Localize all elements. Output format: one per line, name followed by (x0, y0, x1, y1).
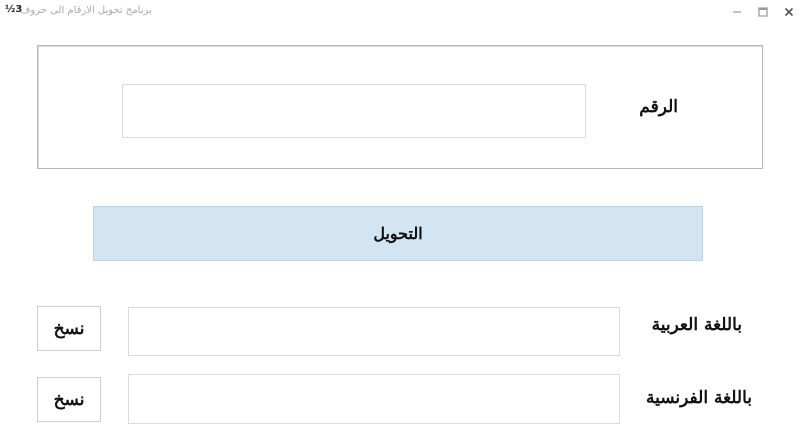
number-label: الرقم (639, 97, 678, 117)
close-icon (784, 7, 794, 17)
maximize-button[interactable] (750, 2, 776, 22)
minimize-icon (733, 11, 741, 13)
window-controls (724, 2, 802, 22)
convert-button[interactable]: التحويل (93, 206, 703, 261)
number-input[interactable] (122, 84, 586, 138)
french-output-field[interactable] (128, 374, 620, 424)
copy-french-button[interactable]: نسخ (37, 377, 101, 422)
close-button[interactable] (776, 2, 802, 22)
copy-arabic-label: نسخ (53, 318, 85, 339)
window-title: برنامج تحويل الارقام الى حروف (20, 5, 152, 16)
copy-arabic-button[interactable]: نسخ (37, 306, 101, 351)
convert-button-label: التحويل (373, 224, 423, 243)
title-bar: ½3 برنامج تحويل الارقام الى حروف (0, 0, 810, 26)
french-label: باللغة الفرنسية (646, 388, 752, 408)
arabic-output-field[interactable] (128, 307, 620, 356)
maximize-icon (758, 7, 768, 17)
arabic-label: باللغة العربية (651, 315, 742, 335)
copy-french-label: نسخ (53, 389, 85, 410)
minimize-button[interactable] (724, 2, 750, 22)
